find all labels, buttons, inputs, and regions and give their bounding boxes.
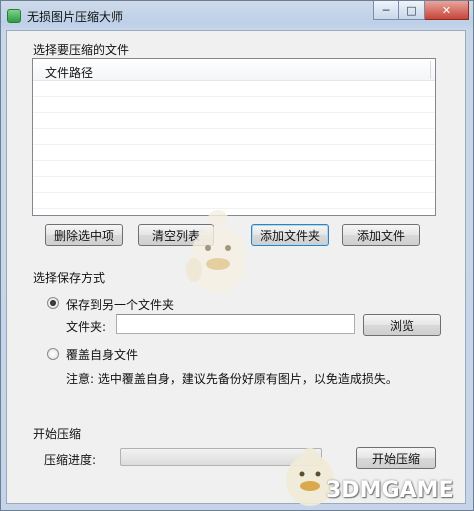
window-title: 无损图片压缩大师 [27, 10, 124, 24]
browse-button[interactable]: 浏览 [363, 314, 441, 336]
save-section-heading: 选择保存方式 [33, 271, 106, 285]
list-row [33, 145, 435, 161]
column-header-file-path[interactable]: 文件路径 [45, 64, 93, 81]
start-compress-button[interactable]: 开始压缩 [356, 447, 436, 469]
list-row [33, 81, 435, 97]
compress-section-heading: 开始压缩 [33, 427, 82, 441]
radio-save-to-other-folder[interactable] [47, 297, 59, 309]
radio-overwrite-self[interactable] [47, 348, 59, 360]
file-list-header: 文件路径 [33, 59, 435, 81]
folder-path-input[interactable] [116, 314, 355, 334]
close-button[interactable]: ✕ [425, 1, 469, 20]
window-controls: ─ □ ✕ [373, 1, 469, 21]
maximize-button[interactable]: □ [399, 1, 425, 20]
list-row [33, 193, 435, 209]
add-file-button[interactable]: 添加文件 [342, 224, 420, 246]
watermark-mascot-icon [186, 210, 246, 294]
save-to-other-folder-label[interactable]: 保存到另一个文件夹 [66, 296, 174, 313]
overwrite-note: 注意: 选中覆盖自身，建议先备份好原有图片，以免造成损失。 [66, 372, 398, 386]
progress-label: 压缩进度: [44, 453, 97, 467]
title-bar[interactable]: 无损图片压缩大师 ─ □ ✕ [1, 1, 474, 31]
folder-label: 文件夹: [66, 320, 107, 334]
list-row [33, 129, 435, 145]
overwrite-self-label[interactable]: 覆盖自身文件 [66, 346, 138, 363]
delete-selected-button[interactable]: 删除选中项 [45, 224, 123, 246]
column-separator [430, 61, 431, 79]
list-row [33, 97, 435, 113]
minimize-button[interactable]: ─ [373, 1, 399, 20]
list-row [33, 177, 435, 193]
watermark-logo-text: 3DMGAME [326, 478, 454, 503]
list-row [33, 113, 435, 129]
app-icon [7, 9, 21, 23]
file-section-heading: 选择要压缩的文件 [33, 43, 130, 57]
add-folder-button[interactable]: 添加文件夹 [251, 224, 329, 246]
list-row [33, 161, 435, 177]
file-list[interactable]: 文件路径 [32, 58, 436, 216]
